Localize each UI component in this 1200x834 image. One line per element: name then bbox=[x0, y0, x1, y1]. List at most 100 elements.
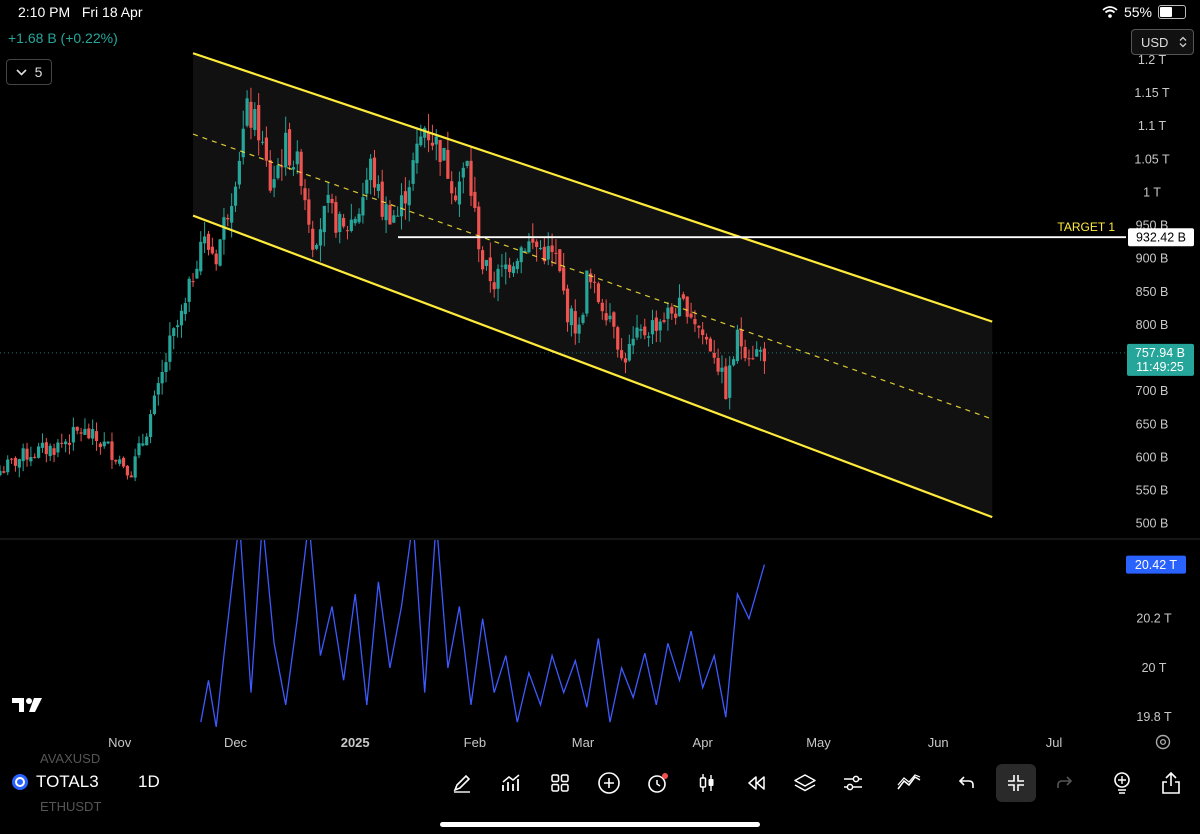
current-price-label: 757.94 B bbox=[1135, 346, 1185, 360]
candle-body bbox=[592, 281, 597, 283]
candle-body bbox=[596, 283, 601, 303]
alert-button[interactable] bbox=[638, 764, 678, 802]
candle-body bbox=[175, 325, 180, 328]
candle bbox=[156, 376, 160, 406]
candle-body bbox=[56, 442, 60, 453]
candle-body bbox=[2, 471, 6, 473]
candle bbox=[183, 297, 187, 321]
redo-button[interactable] bbox=[1045, 764, 1085, 802]
candle bbox=[56, 439, 60, 458]
currency-select[interactable]: USD bbox=[1131, 29, 1194, 55]
candle-body bbox=[29, 457, 33, 462]
candle bbox=[67, 434, 72, 455]
candle bbox=[195, 260, 199, 279]
watchlist-ghost-above: AVAXUSD bbox=[40, 751, 101, 766]
indicator-toggle-button[interactable]: 5 bbox=[6, 59, 52, 85]
candle bbox=[75, 426, 79, 435]
candle bbox=[98, 441, 102, 455]
candle-body bbox=[121, 457, 126, 467]
candle-body bbox=[284, 132, 288, 168]
candle-body bbox=[481, 250, 485, 270]
candle-body bbox=[245, 98, 249, 126]
chart-canvas[interactable]: TARGET 1 1.2 T1.15 T1.1 T1.05 T1 T950 B9… bbox=[0, 0, 1200, 757]
candle-body bbox=[546, 246, 550, 260]
candle-body bbox=[581, 314, 585, 323]
candle-body bbox=[133, 456, 137, 478]
ideas-button[interactable] bbox=[1102, 764, 1142, 802]
candle-body bbox=[326, 194, 330, 203]
home-indicator bbox=[440, 822, 760, 827]
candle bbox=[94, 422, 99, 451]
candle-body bbox=[40, 442, 45, 448]
candle-body bbox=[446, 149, 450, 179]
tradingview-logo bbox=[12, 698, 42, 712]
candle bbox=[87, 423, 91, 440]
battery-icon bbox=[1158, 5, 1186, 19]
candle bbox=[25, 442, 29, 467]
x-tick-label: Apr bbox=[693, 735, 714, 750]
candle-body bbox=[48, 445, 52, 457]
candle bbox=[0, 465, 2, 477]
settings-button[interactable] bbox=[833, 764, 873, 802]
replay-button[interactable] bbox=[736, 764, 776, 802]
candle-body bbox=[365, 179, 369, 194]
candle-body bbox=[179, 310, 184, 326]
candle bbox=[203, 221, 207, 254]
strategy-button[interactable] bbox=[889, 764, 929, 802]
candle bbox=[106, 441, 110, 445]
undo-button[interactable] bbox=[946, 764, 986, 802]
symbol-name: TOTAL3 bbox=[36, 772, 99, 791]
candle-body bbox=[550, 245, 554, 253]
layers-button[interactable] bbox=[785, 764, 825, 802]
candle-body bbox=[37, 446, 41, 458]
candle bbox=[558, 249, 562, 273]
candle-body bbox=[303, 188, 307, 201]
interval-button[interactable]: 1D bbox=[138, 772, 160, 792]
candle bbox=[148, 409, 153, 444]
axis-settings-icon[interactable] bbox=[1155, 734, 1171, 750]
candle bbox=[9, 457, 14, 464]
candle-body bbox=[272, 179, 276, 188]
candle-body bbox=[565, 288, 570, 323]
candle-body bbox=[94, 431, 99, 442]
candle bbox=[164, 352, 168, 383]
draw-button[interactable] bbox=[442, 764, 482, 802]
candle-body bbox=[33, 456, 37, 458]
candle-body bbox=[67, 442, 72, 445]
candle-body bbox=[345, 230, 350, 232]
candle-body bbox=[342, 217, 346, 227]
candle-body bbox=[214, 253, 218, 265]
y-tick-label: 650 B bbox=[1136, 417, 1169, 431]
price-change: +1.68 B (+0.22%) bbox=[8, 30, 118, 46]
candle-body bbox=[87, 428, 91, 439]
candle-body bbox=[106, 441, 110, 444]
candle bbox=[121, 456, 126, 469]
candle-body bbox=[218, 239, 222, 266]
candle-body bbox=[253, 108, 257, 130]
candle-body bbox=[716, 357, 720, 372]
candle bbox=[735, 324, 740, 364]
candle-body bbox=[473, 191, 477, 208]
x-tick-label: 2025 bbox=[341, 735, 370, 750]
collapse-button[interactable] bbox=[996, 764, 1036, 802]
candle bbox=[218, 238, 222, 267]
channel-area bbox=[193, 53, 993, 518]
symbol-selector[interactable]: TOTAL3 bbox=[12, 772, 99, 792]
candle-body bbox=[500, 265, 504, 267]
templates-button[interactable] bbox=[540, 764, 580, 802]
candle-body bbox=[156, 383, 160, 395]
candle-body bbox=[91, 429, 95, 439]
candle-body bbox=[71, 427, 75, 443]
candle-body bbox=[361, 197, 365, 216]
candle-type-button[interactable] bbox=[687, 764, 727, 802]
candle bbox=[191, 273, 195, 287]
candle-body bbox=[438, 139, 442, 162]
share-button[interactable] bbox=[1151, 764, 1191, 802]
candle-body bbox=[164, 362, 168, 373]
y-tick-label: 900 B bbox=[1136, 252, 1169, 266]
add-button[interactable] bbox=[589, 764, 629, 802]
indicators-button[interactable] bbox=[491, 764, 531, 802]
candle-body bbox=[399, 195, 404, 217]
candle-body bbox=[203, 236, 207, 244]
candle-body bbox=[226, 217, 230, 220]
